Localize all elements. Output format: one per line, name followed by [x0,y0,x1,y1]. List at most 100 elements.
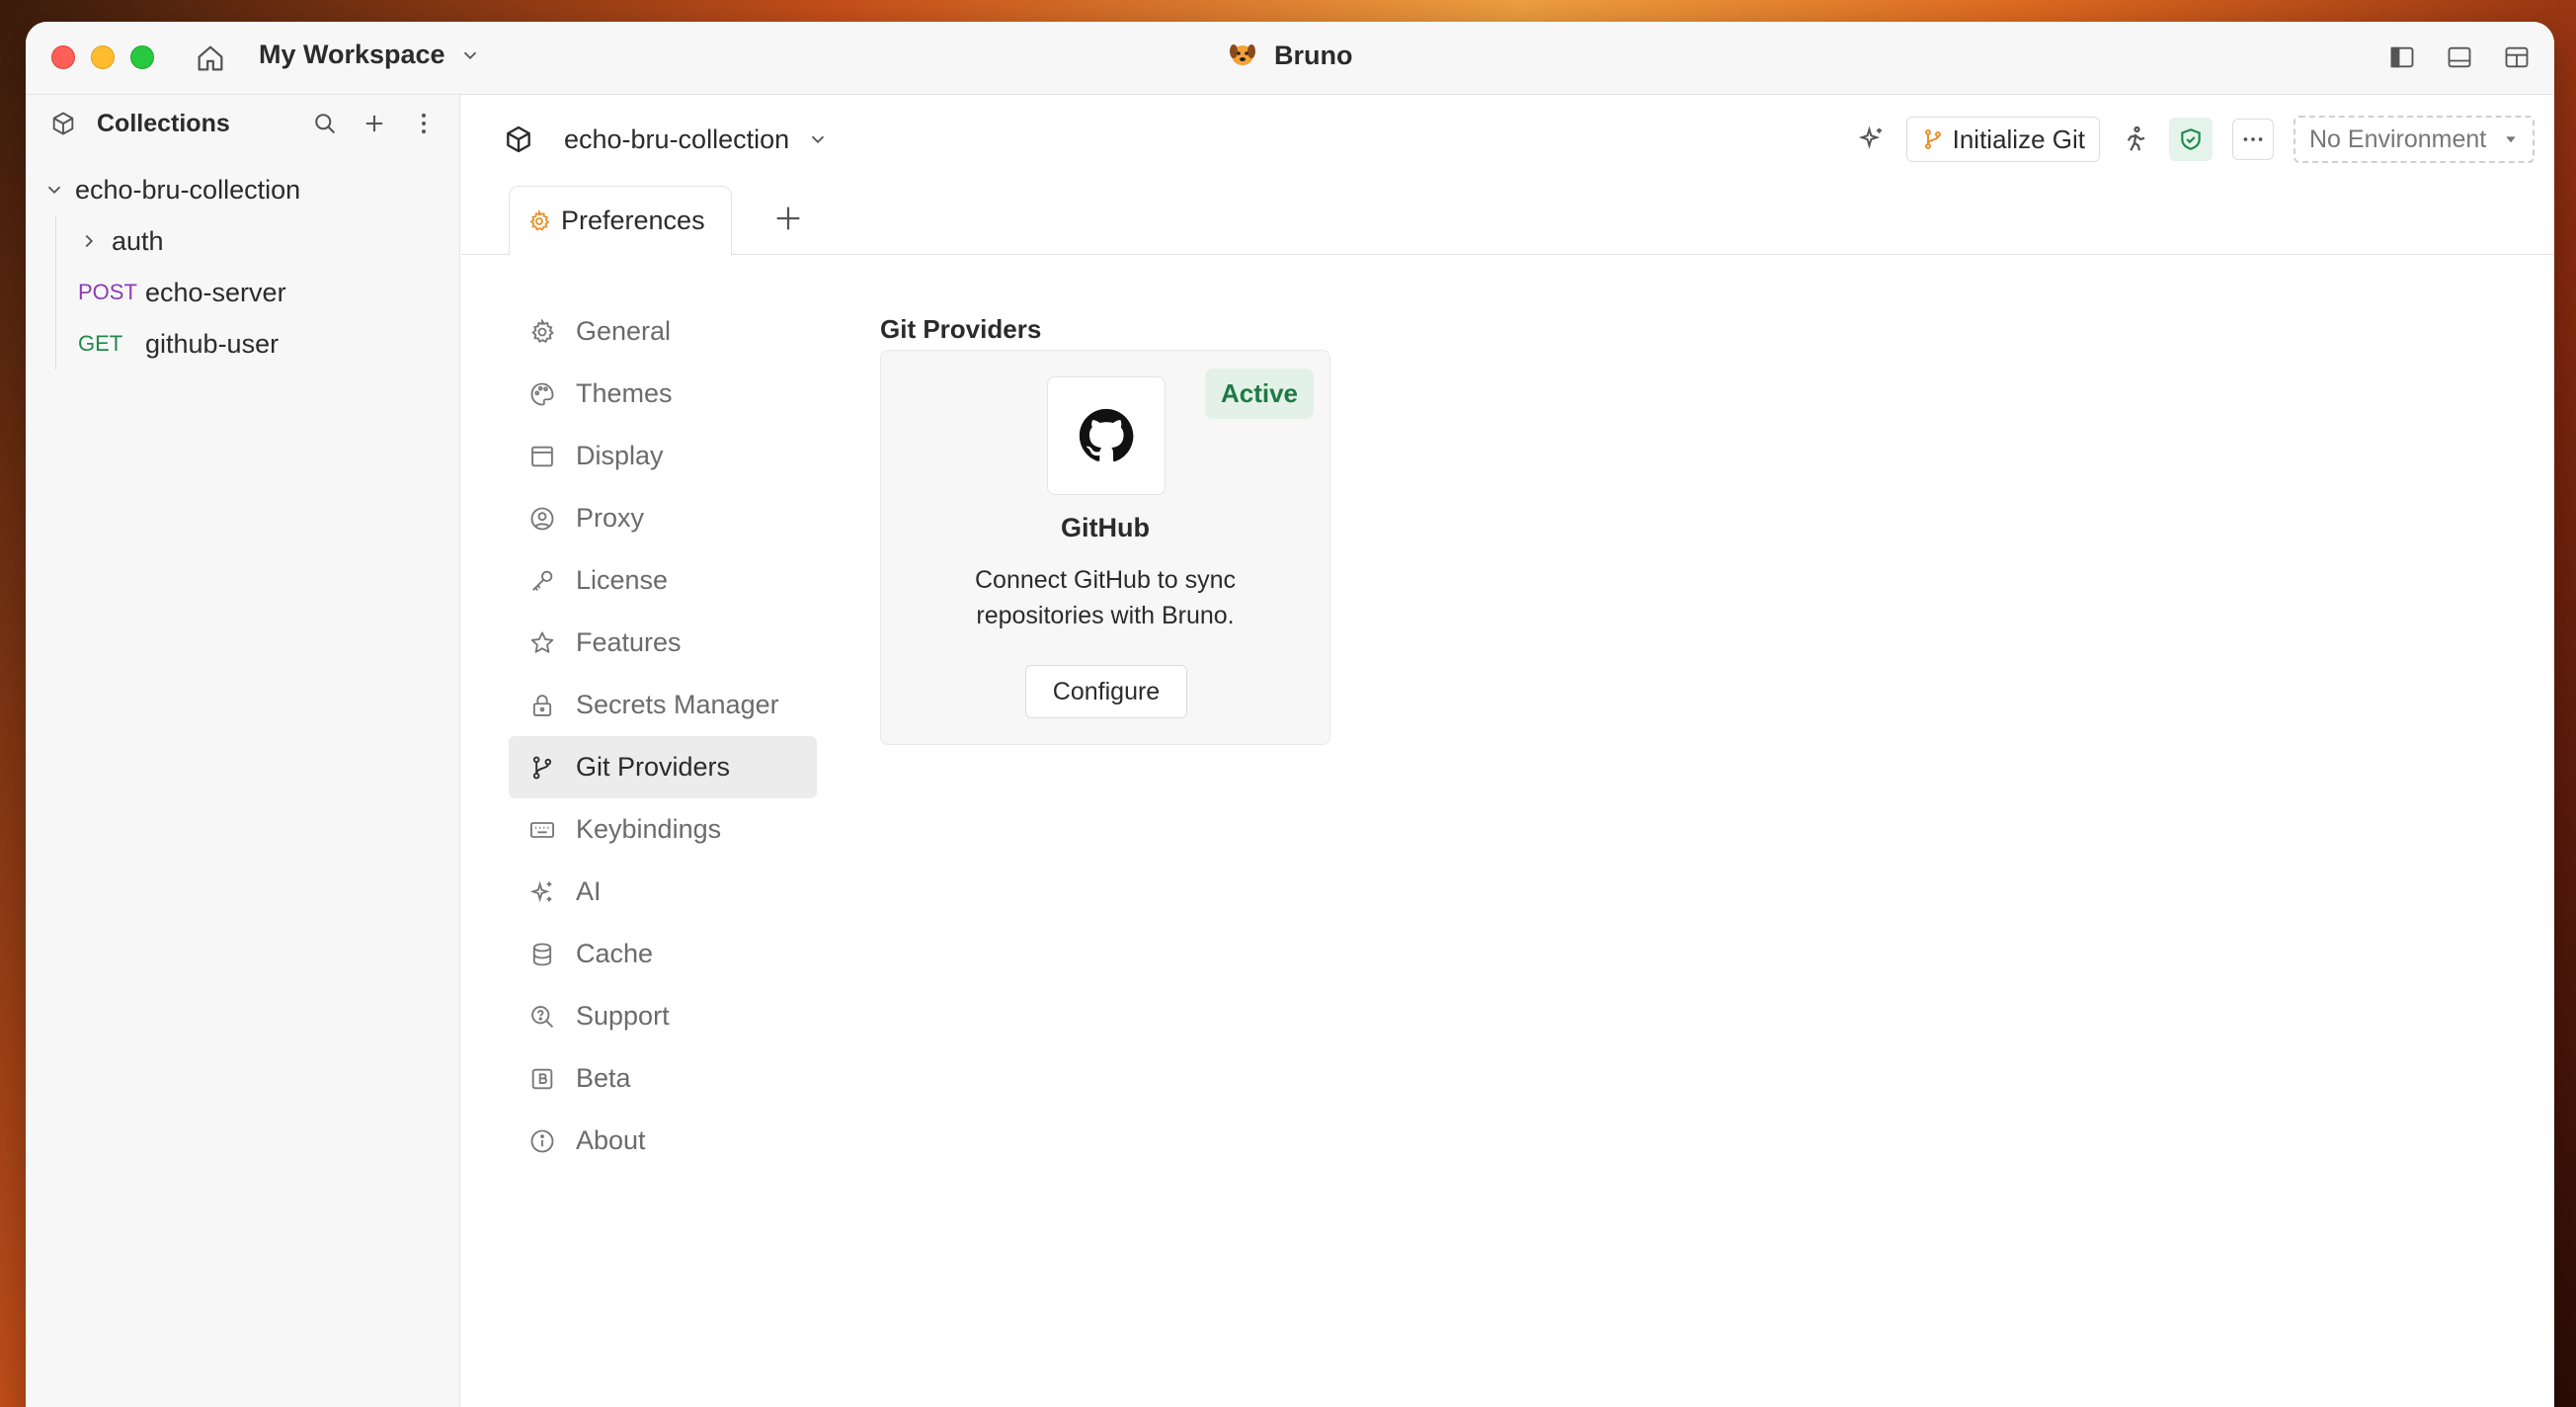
nav-label: Keybindings [576,814,722,844]
nav-item-beta[interactable]: Beta [509,1047,817,1110]
request-item-echo-server[interactable]: POST echo-server [56,267,459,318]
tab-preferences[interactable]: Preferences [509,186,732,256]
nav-label: Cache [576,939,654,968]
nav-item-proxy[interactable]: Proxy [509,487,817,549]
title-bar: My Workspace Bruno [26,22,2554,95]
git-branch-icon [532,756,552,779]
nav-label: Beta [576,1063,631,1093]
app-title-text: Bruno [1274,41,1353,70]
search-icon[interactable] [311,110,339,137]
sparkles-icon [529,880,552,902]
method-badge: GET [78,331,123,356]
tab-label: Preferences [561,206,705,235]
palette-icon [530,382,554,405]
configure-button[interactable]: Configure [1025,665,1187,718]
database-icon [532,943,552,965]
add-tab-icon[interactable] [771,202,805,235]
initialize-git-label: Initialize Git [1952,124,2085,154]
nav-label: General [576,316,672,346]
nav-label: License [576,565,669,595]
caret-down-icon [2506,136,2516,143]
sparkles-icon[interactable] [1857,124,1887,154]
request-label: github-user [145,328,280,359]
nav-label: Display [576,441,664,470]
sidebar-title: Collections [97,109,230,137]
user-circle-icon [530,507,554,530]
nav-label: AI [576,876,602,906]
add-collection-icon[interactable] [361,110,388,137]
collection-toolbar: echo-bru-collection Initialize Git No En… [461,95,2554,184]
runner-icon[interactable] [2120,124,2149,154]
collection-selector[interactable]: echo-bru-collection [564,124,829,155]
toggle-sidebar-icon[interactable] [2388,43,2416,71]
folder-item-auth[interactable]: auth [56,215,459,267]
provider-card-github: Active GitHub Connect GitHub to sync rep… [880,350,1330,745]
initialize-git-button[interactable]: Initialize Git [1905,117,2100,162]
provider-description: Connect GitHub to sync repositories with… [974,566,1236,629]
chevron-down-icon [47,186,61,195]
nav-label: Support [576,1001,670,1031]
nav-label: About [576,1125,646,1155]
shield-check-icon [2181,128,2201,150]
nav-item-features[interactable]: Features [509,612,817,674]
git-providers-panel: Git Providers Active GitHub Connect GitH… [880,314,1330,745]
beta-icon [531,1068,553,1089]
nav-item-general[interactable]: General [509,300,817,363]
provider-logo [1047,376,1166,495]
sidebar: Collections echo-bru-collection auth POS… [26,95,460,1407]
info-icon [530,1129,554,1152]
star-icon [530,631,554,653]
nav-item-display[interactable]: Display [509,425,817,487]
nav-item-themes[interactable]: Themes [509,363,817,425]
nav-item-keybindings[interactable]: Keybindings [509,798,817,861]
chevron-right-icon [85,234,94,248]
method-badge: POST [78,280,137,304]
nav-item-support[interactable]: Support [509,985,817,1047]
provider-name: GitHub [1061,513,1150,542]
nav-item-license[interactable]: License [509,549,817,612]
nav-item-ai[interactable]: AI [509,861,817,923]
github-icon [1079,408,1134,462]
nav-item-secrets-manager[interactable]: Secrets Manager [509,674,817,736]
nav-label: Proxy [576,503,645,533]
collection-item[interactable]: echo-bru-collection [26,164,459,215]
window-icon [531,446,553,466]
more-horizontal-icon [2243,137,2263,141]
request-label: echo-server [145,277,286,307]
kebab-menu-icon[interactable] [410,110,438,137]
security-settings-button[interactable] [2169,118,2213,161]
nav-item-about[interactable]: About [509,1110,817,1172]
layout-toggles [2388,43,2531,71]
nav-label: Themes [576,378,673,408]
request-item-github-user[interactable]: GET github-user [56,318,459,370]
section-title: Git Providers [880,314,1042,344]
collection-name: echo-bru-collection [564,124,790,154]
collection-tree: echo-bru-collection auth POST echo-serve… [26,164,459,370]
keyboard-icon [529,821,555,838]
collection-children: auth POST echo-server GET github-user [55,215,459,370]
key-icon [532,570,553,591]
bruno-logo-icon [1229,44,1255,65]
more-options-button[interactable] [2232,119,2274,160]
nav-label: Git Providers [576,752,731,782]
nav-item-git-providers[interactable]: Git Providers [509,736,817,798]
collection-cube-icon [507,125,530,153]
environment-label: No Environment [2309,124,2487,153]
collections-cube-icon [52,112,74,135]
app-window: My Workspace Bruno Collections echo-bru-… [26,22,2554,1407]
lock-icon [532,694,552,716]
sidebar-header: Collections [26,95,459,152]
status-badge: Active [1204,369,1314,419]
chevron-down-icon [811,135,825,144]
git-branch-icon [1924,129,1941,149]
app-title: Bruno [26,40,2554,71]
nav-label: Secrets Manager [576,690,779,719]
search-help-icon [531,1005,554,1028]
toggle-bottom-panel-icon[interactable] [2446,43,2473,71]
nav-item-cache[interactable]: Cache [509,923,817,985]
tab-bar: Preferences [461,184,2554,256]
toggle-layout-icon[interactable] [2503,43,2531,71]
environment-selector[interactable]: No Environment [2294,116,2535,163]
gear-icon [531,317,554,343]
collection-label: echo-bru-collection [75,174,301,205]
